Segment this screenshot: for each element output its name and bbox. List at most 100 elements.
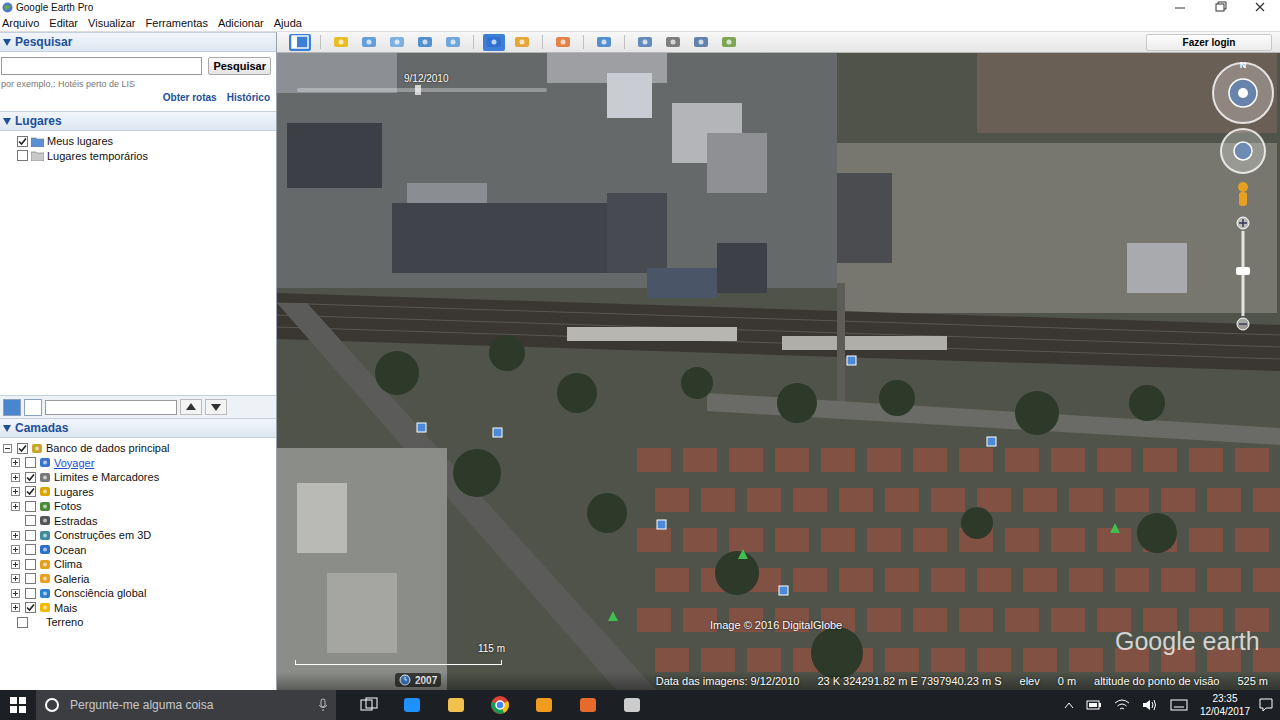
checkbox[interactable] — [25, 544, 36, 555]
places-filter-input[interactable] — [45, 400, 177, 415]
close-icon[interactable] — [1240, 1, 1280, 14]
taskbar-app-icon[interactable] — [578, 695, 598, 715]
checkbox[interactable] — [25, 573, 36, 584]
toolbar-button[interactable] — [386, 34, 408, 51]
menu-item[interactable]: Ajuda — [274, 17, 302, 29]
checkbox[interactable] — [25, 559, 36, 570]
checkbox[interactable] — [25, 602, 36, 613]
checkbox[interactable] — [17, 136, 28, 147]
expand-icon[interactable] — [11, 458, 20, 467]
windows-start-icon[interactable] — [10, 697, 26, 713]
task-view-icon[interactable] — [360, 697, 378, 713]
toolbar-button[interactable] — [289, 34, 311, 51]
taskbar-search[interactable]: Pergunte-me alguma coisa — [36, 690, 336, 720]
places-item[interactable]: Meus lugares — [0, 134, 276, 149]
down-arrow-icon[interactable] — [205, 399, 227, 415]
checkbox[interactable] — [25, 588, 36, 599]
menu-item[interactable]: Editar — [49, 17, 78, 29]
up-arrow-icon[interactable] — [180, 399, 202, 415]
expand-triangle-icon[interactable] — [3, 425, 11, 432]
layer-item[interactable]: Consciência global — [0, 586, 276, 601]
search-input[interactable] — [1, 57, 202, 75]
checkbox[interactable] — [17, 617, 28, 628]
chevron-up-icon[interactable] — [1064, 701, 1074, 709]
checkbox[interactable] — [25, 501, 36, 512]
login-button[interactable]: Fazer login — [1146, 34, 1272, 51]
volume-icon[interactable] — [1142, 698, 1158, 712]
checkbox[interactable] — [25, 530, 36, 541]
search-places-icon[interactable] — [3, 399, 21, 416]
panel-header[interactable]: Pesquisar — [0, 32, 276, 52]
panel-toggle-icon[interactable] — [24, 399, 42, 416]
expand-icon[interactable] — [11, 545, 20, 554]
expand-icon[interactable] — [11, 502, 20, 511]
panel-header[interactable]: Camadas — [0, 418, 276, 438]
map-view[interactable]: 9/12/2010 N Image © 2016 DigitalGlobe Go… — [277, 53, 1280, 690]
toolbar-button[interactable] — [634, 34, 656, 51]
taskbar-app-icon[interactable] — [622, 695, 642, 715]
taskbar-app-icon[interactable] — [490, 695, 510, 715]
toolbar-button[interactable] — [414, 34, 436, 51]
layer-item[interactable]: Galeria — [0, 572, 276, 587]
expand-triangle-icon[interactable] — [3, 118, 11, 125]
minimize-icon[interactable] — [1160, 1, 1200, 14]
microphone-icon[interactable] — [318, 698, 328, 712]
checkbox[interactable] — [25, 515, 36, 526]
expand-icon[interactable] — [11, 560, 20, 569]
panel-header[interactable]: Lugares — [0, 111, 276, 131]
battery-icon[interactable] — [1086, 699, 1102, 711]
layer-item[interactable]: Estradas — [0, 514, 276, 529]
taskbar-app-icon[interactable] — [446, 695, 466, 715]
taskbar-clock[interactable]: 23:35 12/04/2017 — [1200, 692, 1258, 718]
notifications-icon[interactable] — [1258, 697, 1274, 713]
menu-item[interactable]: Arquivo — [2, 17, 39, 29]
toolbar-button[interactable] — [330, 34, 352, 51]
places-item[interactable]: Lugares temporários — [0, 149, 276, 164]
expand-icon[interactable] — [11, 473, 20, 482]
layer-item[interactable]: Fotos — [0, 499, 276, 514]
menu-item[interactable]: Ferramentas — [146, 17, 208, 29]
historical-imagery-slider[interactable]: 9/12/2010 — [297, 73, 547, 97]
restore-icon[interactable] — [1200, 1, 1240, 14]
checkbox[interactable] — [17, 150, 28, 161]
menu-item[interactable]: Visualizar — [88, 17, 136, 29]
expand-icon[interactable] — [11, 487, 20, 496]
wifi-icon[interactable] — [1114, 698, 1130, 712]
toolbar-button[interactable] — [662, 34, 684, 51]
layer-item[interactable]: Limites e Marcadores — [0, 470, 276, 485]
toolbar-button[interactable] — [593, 34, 615, 51]
taskbar-app-icon[interactable] — [402, 695, 422, 715]
layer-item[interactable]: Ocean — [0, 543, 276, 558]
layer-item[interactable]: Voyager — [0, 456, 276, 471]
expand-icon[interactable] — [11, 589, 20, 598]
search-button[interactable]: Pesquisar — [208, 57, 271, 75]
expand-icon[interactable] — [11, 603, 20, 612]
toolbar-button[interactable] — [690, 34, 712, 51]
checkbox[interactable] — [25, 472, 36, 483]
toolbar-button[interactable] — [358, 34, 380, 51]
navigation-controls[interactable]: N — [1208, 57, 1278, 337]
layer-item[interactable]: Construções em 3D — [0, 528, 276, 543]
checkbox[interactable] — [25, 486, 36, 497]
search-link[interactable]: Obter rotas — [163, 92, 217, 103]
expand-triangle-icon[interactable] — [3, 39, 11, 46]
layer-item[interactable]: Mais — [0, 601, 276, 616]
layer-item[interactable]: Lugares — [0, 485, 276, 500]
expand-icon[interactable] — [11, 574, 20, 583]
layer-item[interactable]: Clima — [0, 557, 276, 572]
toolbar-button[interactable] — [511, 34, 533, 51]
checkbox[interactable] — [25, 457, 36, 468]
toolbar-button[interactable] — [552, 34, 574, 51]
collapse-icon[interactable] — [3, 444, 12, 453]
expand-icon[interactable] — [11, 531, 20, 540]
layer-item[interactable]: Terreno — [0, 615, 276, 630]
keyboard-icon[interactable] — [1170, 698, 1188, 712]
toolbar-button[interactable] — [442, 34, 464, 51]
taskbar-app-icon[interactable] — [534, 695, 554, 715]
toolbar-button[interactable] — [483, 34, 505, 51]
layer-item[interactable]: Banco de dados principal — [0, 441, 276, 456]
search-link[interactable]: Histórico — [227, 92, 270, 103]
menu-item[interactable]: Adicionar — [218, 17, 264, 29]
toolbar-button[interactable] — [718, 34, 740, 51]
checkbox[interactable] — [17, 443, 28, 454]
